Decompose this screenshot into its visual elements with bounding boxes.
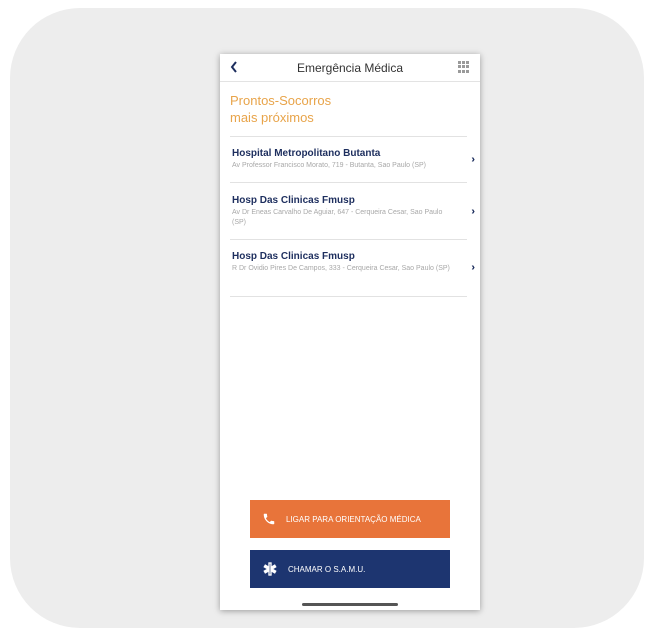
hospital-address: R Dr Ovidio Pires De Campos, 333 - Cerqu… bbox=[232, 265, 450, 272]
call-button-label: LIGAR PARA ORIENTAÇÃO MÉDICA bbox=[286, 514, 421, 524]
call-medical-guidance-button[interactable]: LIGAR PARA ORIENTAÇÃO MÉDICA bbox=[250, 500, 450, 538]
double-chevron-right-icon: ›› bbox=[471, 206, 474, 217]
hospital-address: Av Dr Eneas Carvalho De Aguiar, 647 - Ce… bbox=[232, 209, 443, 226]
back-button[interactable] bbox=[226, 58, 242, 76]
section-title: Prontos-Socorros mais próximos bbox=[230, 92, 430, 126]
divider bbox=[230, 239, 467, 240]
app-header: Emergência Médica bbox=[220, 54, 480, 82]
divider bbox=[230, 296, 467, 297]
double-chevron-right-icon: ›› bbox=[471, 154, 474, 165]
hospital-name: Hospital Metropolitano Butanta bbox=[232, 148, 381, 159]
star-of-life-icon bbox=[263, 562, 277, 576]
double-chevron-right-icon: ›› bbox=[471, 262, 474, 273]
hospital-list-item[interactable]: Hosp Das Clinicas Fmusp Av Dr Eneas Carv… bbox=[232, 195, 474, 228]
hospital-name: Hosp Das Clinicas Fmusp bbox=[232, 251, 355, 262]
home-indicator bbox=[302, 603, 398, 606]
hospital-list-item[interactable]: Hospital Metropolitano Butanta Av Profes… bbox=[232, 148, 474, 171]
phone-icon bbox=[263, 513, 275, 525]
section-title-line2: mais próximos bbox=[230, 110, 314, 125]
hospital-address: Av Professor Francisco Morato, 719 - But… bbox=[232, 162, 427, 169]
divider bbox=[230, 136, 467, 137]
samu-button-label: CHAMAR O S.A.M.U. bbox=[288, 564, 366, 574]
page-title: Emergência Médica bbox=[296, 60, 404, 75]
chevron-left-icon bbox=[230, 61, 237, 73]
grid-icon[interactable] bbox=[458, 61, 470, 73]
phone-screen: Emergência Médica Prontos-Socorros mais … bbox=[220, 54, 480, 610]
hospital-name: Hosp Das Clinicas Fmusp bbox=[232, 195, 355, 206]
divider bbox=[230, 182, 467, 183]
section-title-line1: Prontos-Socorros bbox=[230, 93, 332, 108]
hospital-list-item[interactable]: Hosp Das Clinicas Fmusp R Dr Ovidio Pire… bbox=[232, 251, 474, 274]
call-samu-button[interactable]: CHAMAR O S.A.M.U. bbox=[250, 550, 450, 588]
